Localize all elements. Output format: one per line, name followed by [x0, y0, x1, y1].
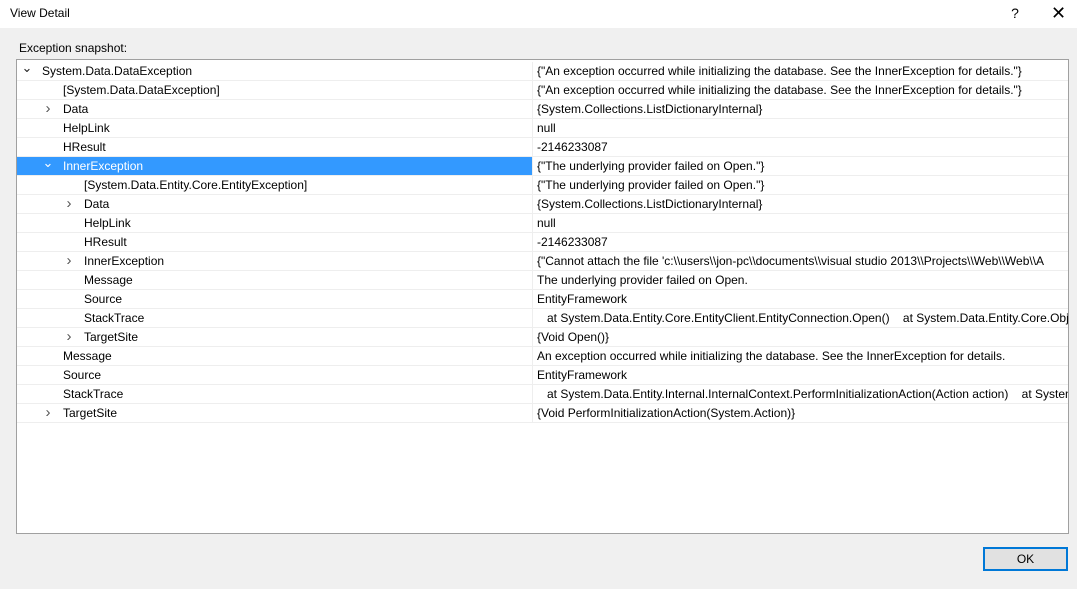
- tree-row-value: {"An exception occurred while initializi…: [537, 83, 1022, 97]
- tree-row-value: null: [537, 216, 556, 230]
- ok-button[interactable]: OK: [983, 547, 1068, 571]
- tree-row-name-cell[interactable]: HResult: [17, 138, 533, 156]
- tree-row-name: Source: [63, 368, 102, 382]
- tree-row-name: Message: [63, 349, 112, 363]
- tree-row-name: HelpLink: [63, 121, 110, 135]
- tree-row-value: null: [537, 121, 556, 135]
- tree-row[interactable]: Source EntityFramework: [17, 366, 1068, 385]
- tree-row-name-cell[interactable]: Message: [17, 347, 533, 365]
- tree-row-name: System.Data.DataException: [42, 64, 193, 78]
- tree-row-name-cell[interactable]: › TargetSite: [17, 404, 533, 422]
- tree-row-name-cell[interactable]: HelpLink: [17, 214, 533, 232]
- chevron-right-icon[interactable]: ›: [62, 328, 76, 346]
- tree-row-value: An exception occurred while initializing…: [537, 349, 1006, 363]
- tree-row[interactable]: › TargetSite {Void Open()}: [17, 328, 1068, 347]
- tree-row-name: InnerException: [63, 159, 144, 173]
- tree-row-name-cell[interactable]: Message: [17, 271, 533, 289]
- chevron-down-icon[interactable]: ⌄: [41, 157, 55, 175]
- tree-row[interactable]: Message The underlying provider failed on…: [17, 271, 1068, 290]
- exception-snapshot-label: Exception snapshot:: [19, 41, 128, 55]
- help-button[interactable]: ?: [998, 0, 1032, 28]
- tree-row[interactable]: Source EntityFramework: [17, 290, 1068, 309]
- tree-row-value: EntityFramework: [537, 292, 628, 306]
- tree-row-name-cell[interactable]: StackTrace: [17, 385, 533, 403]
- tree-row[interactable]: › TargetSite {Void PerformInitializationAc…: [17, 404, 1068, 423]
- tree-row[interactable]: StackTrace at System.Data.Entity.Interna…: [17, 385, 1068, 404]
- tree-row-name: HResult: [63, 140, 106, 154]
- chevron-right-icon[interactable]: ›: [62, 195, 76, 213]
- tree-row-name: HResult: [84, 235, 127, 249]
- tree-row-name-cell[interactable]: ⌄ System.Data.DataException: [17, 62, 533, 80]
- tree-row-value: {System.Collections.ListDictionaryIntern…: [537, 197, 763, 211]
- tree-row[interactable]: › Data {System.Collections.ListDictionaryI…: [17, 100, 1068, 119]
- tree-row-name: TargetSite: [63, 406, 118, 420]
- tree-row[interactable]: HResult -2146233087: [17, 138, 1068, 157]
- tree-row[interactable]: StackTrace at System.Data.Entity.Core.En…: [17, 309, 1068, 328]
- tree-row-name-cell[interactable]: › Data: [17, 100, 533, 118]
- tree-row-value: {Void PerformInitializationAction(System…: [537, 406, 796, 420]
- tree-row[interactable]: ⌄ System.Data.DataException {"An exception…: [17, 62, 1068, 81]
- tree-row-value: -2146233087: [537, 140, 608, 154]
- tree-row-value: EntityFramework: [537, 368, 628, 382]
- chevron-down-icon[interactable]: ⌄: [20, 62, 34, 80]
- tree-row-name-cell[interactable]: StackTrace: [17, 309, 533, 327]
- tree-row[interactable]: [System.Data.Entity.Core.EntityException…: [17, 176, 1068, 195]
- tree-row[interactable]: › Data {System.Collections.ListDictionaryI…: [17, 195, 1068, 214]
- tree-row-name-cell[interactable]: Source: [17, 366, 533, 384]
- tree-row-value: at System.Data.Entity.Internal.InternalC…: [537, 387, 1068, 401]
- tree-row-value: at System.Data.Entity.Core.EntityClient.…: [537, 311, 1068, 325]
- tree-row-name: Message: [84, 273, 133, 287]
- tree-row-name: [System.Data.Entity.Core.EntityException…: [84, 178, 308, 192]
- tree-row[interactable]: ⌄ InnerException {"The underlying provider…: [17, 157, 1068, 176]
- title-bar: View Detail ? ✕: [0, 0, 1077, 28]
- chevron-right-icon[interactable]: ›: [41, 100, 55, 118]
- tree-row-name: Data: [63, 102, 89, 116]
- tree-row-value: {"The underlying provider failed on Open…: [537, 178, 765, 192]
- tree-row-name-cell[interactable]: [System.Data.DataException]: [17, 81, 533, 99]
- tree-row-name-cell[interactable]: › InnerException: [17, 252, 533, 270]
- tree-row-value: -2146233087: [537, 235, 608, 249]
- tree-row-name: StackTrace: [84, 311, 145, 325]
- tree-row-name: StackTrace: [63, 387, 124, 401]
- tree-row[interactable]: › InnerException {"Cannot attach the file …: [17, 252, 1068, 271]
- tree-row-name: [System.Data.DataException]: [63, 83, 220, 97]
- exception-tree-view[interactable]: ⌄ System.Data.DataException {"An exception…: [16, 59, 1069, 534]
- tree-row[interactable]: HelpLink null: [17, 119, 1068, 138]
- tree-row-value: {Void Open()}: [537, 330, 610, 344]
- tree-row-name-cell[interactable]: Source: [17, 290, 533, 308]
- chevron-right-icon[interactable]: ›: [41, 404, 55, 422]
- tree-row-value: {"The underlying provider failed on Open…: [537, 159, 765, 173]
- tree-row-name: InnerException: [84, 254, 165, 268]
- tree-row-name: HelpLink: [84, 216, 131, 230]
- tree-row-name: Data: [84, 197, 110, 211]
- tree-row-value: {"An exception occurred while initializi…: [537, 64, 1022, 78]
- chevron-right-icon[interactable]: ›: [62, 252, 76, 270]
- tree-row-name: Source: [84, 292, 123, 306]
- tree-row-name: TargetSite: [84, 330, 139, 344]
- tree-row-name-cell[interactable]: › TargetSite: [17, 328, 533, 346]
- tree-row-name-cell[interactable]: HResult: [17, 233, 533, 251]
- tree-row[interactable]: Message An exception occurred while initi…: [17, 347, 1068, 366]
- window-title: View Detail: [10, 6, 70, 20]
- tree-row-value: The underlying provider failed on Open.: [537, 273, 748, 287]
- tree-row[interactable]: [System.Data.DataException] {"An exceptio…: [17, 81, 1068, 100]
- tree-row-value: {"Cannot attach the file 'c:\\users\\jon…: [537, 254, 1045, 268]
- tree-row-name-cell[interactable]: HelpLink: [17, 119, 533, 137]
- tree-row-name-cell[interactable]: › Data: [17, 195, 533, 213]
- tree-row[interactable]: HResult -2146233087: [17, 233, 1068, 252]
- tree-row-name-cell[interactable]: [System.Data.Entity.Core.EntityException…: [17, 176, 533, 194]
- close-button[interactable]: ✕: [1040, 0, 1077, 28]
- tree-row-value: {System.Collections.ListDictionaryIntern…: [537, 102, 763, 116]
- tree-row-name-cell[interactable]: ⌄ InnerException: [17, 157, 533, 175]
- tree-row[interactable]: HelpLink null: [17, 214, 1068, 233]
